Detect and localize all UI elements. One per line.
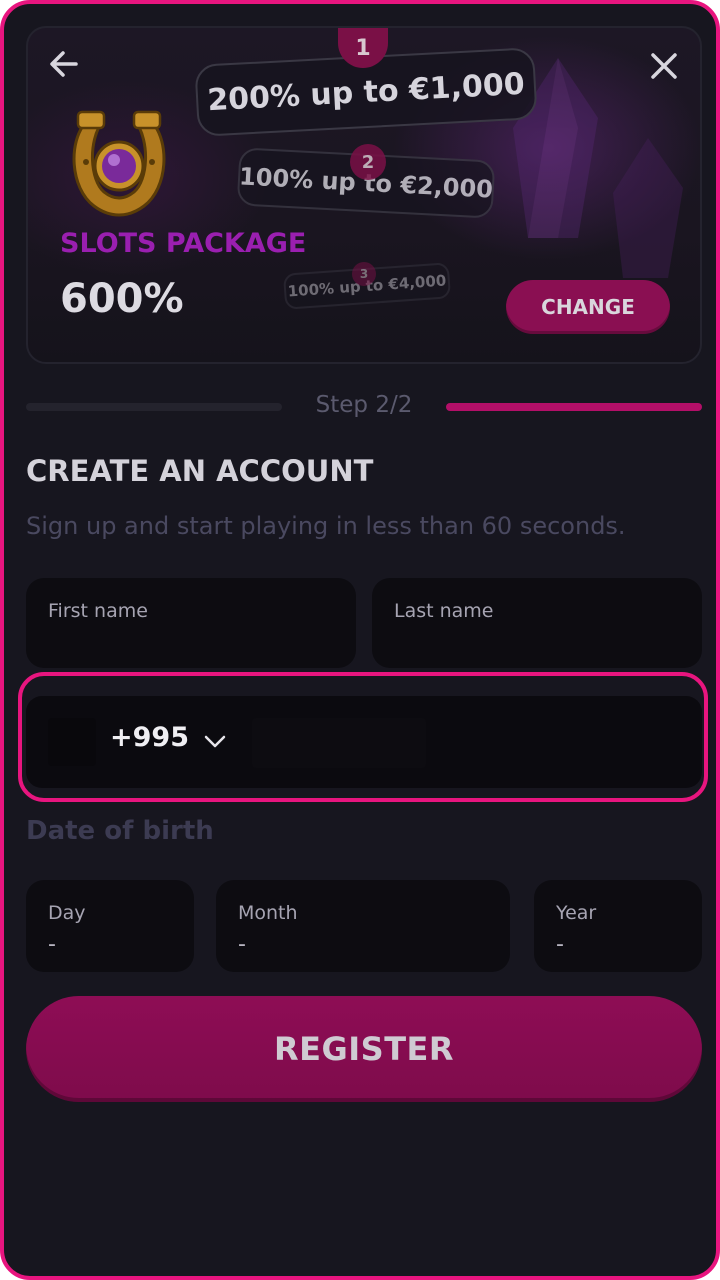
horseshoe-gem-icon	[72, 110, 166, 217]
step-progress-1	[26, 403, 282, 411]
year-value: -	[556, 932, 564, 957]
first-name-label: First name	[48, 600, 148, 622]
offer-step-badge-3: 3	[352, 262, 376, 286]
last-name-label: Last name	[394, 600, 494, 622]
chevron-down-icon[interactable]	[202, 728, 228, 754]
phone-field[interactable]: +995	[26, 696, 702, 788]
day-value: -	[48, 932, 56, 957]
close-icon	[651, 53, 677, 79]
back-button[interactable]	[40, 40, 88, 88]
first-name-field[interactable]: First name	[26, 578, 356, 668]
close-button[interactable]	[640, 42, 688, 90]
dob-label: Date of birth	[26, 816, 214, 846]
country-flag[interactable]	[48, 718, 96, 766]
package-title: SLOTS PACKAGE	[60, 228, 307, 259]
registration-modal: 200% up to €1,000 1 100% up to €2,000 2 …	[0, 0, 720, 1280]
month-value: -	[238, 932, 246, 957]
month-select[interactable]: Month -	[216, 880, 510, 972]
crystal-decoration	[613, 138, 683, 278]
bonus-banner: 200% up to €1,000 1 100% up to €2,000 2 …	[26, 26, 702, 364]
offer-step-badge-2: 2	[350, 144, 386, 180]
page-title: CREATE AN ACCOUNT	[26, 454, 374, 488]
month-label: Month	[238, 902, 298, 924]
phone-input[interactable]	[252, 718, 426, 768]
page-subtitle: Sign up and start playing in less than 6…	[26, 512, 626, 540]
arrow-left-icon	[50, 51, 78, 77]
step-progress-2	[446, 403, 702, 411]
register-button[interactable]: REGISTER	[26, 996, 702, 1102]
step-indicator: Step 2/2	[315, 392, 413, 418]
day-label: Day	[48, 902, 86, 924]
year-select[interactable]: Year -	[534, 880, 702, 972]
day-select[interactable]: Day -	[26, 880, 194, 972]
package-percent: 600%	[60, 276, 184, 322]
country-code-select[interactable]: +995	[110, 722, 189, 753]
change-package-button[interactable]: CHANGE	[506, 280, 670, 334]
last-name-field[interactable]: Last name	[372, 578, 702, 668]
year-label: Year	[556, 902, 597, 924]
